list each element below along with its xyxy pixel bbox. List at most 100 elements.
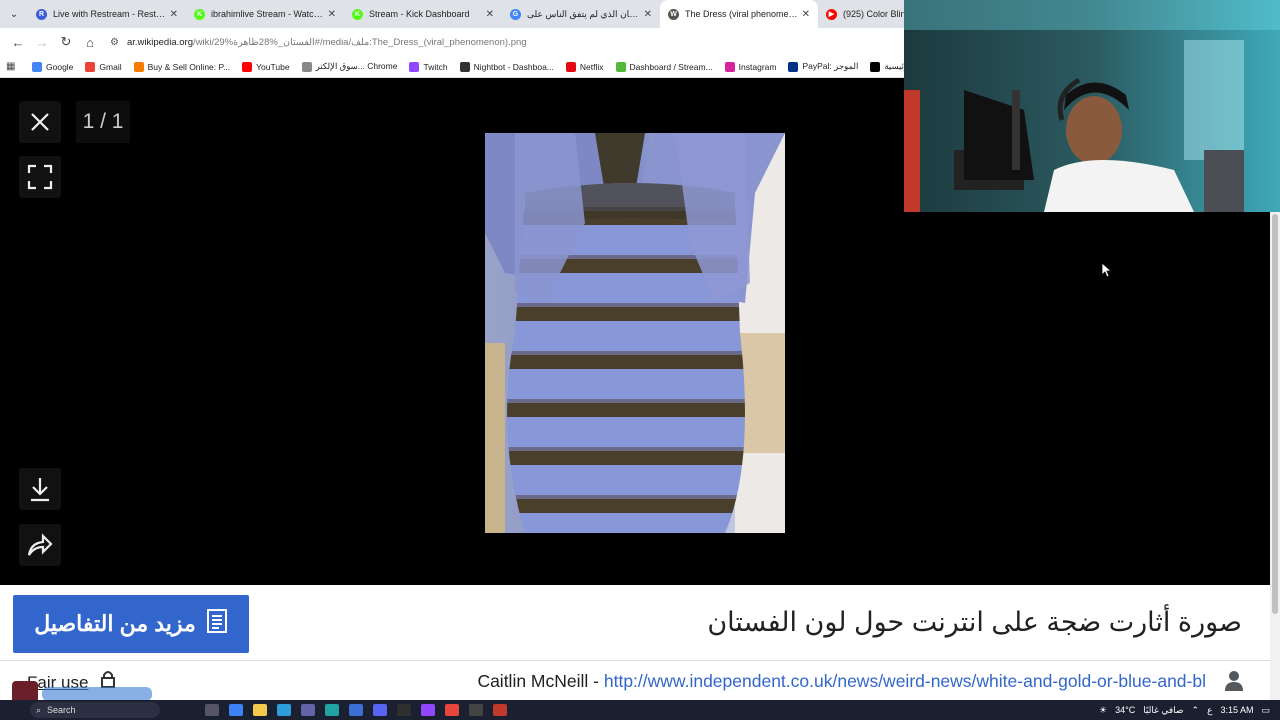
reload-icon[interactable]: ↻	[54, 34, 78, 50]
browser-tab[interactable]: Kibrahimlive Stream - Watch Live ✕	[186, 0, 344, 28]
system-tray: ☀ 34°C صافي غالبًا ⌃ ع 3:15 AM ▭	[1091, 700, 1270, 720]
bookmark-item[interactable]: Netflix	[565, 61, 604, 72]
app-red-icon[interactable]	[493, 704, 507, 716]
tab-title: الفستان الذي لم يتفق الناس على	[527, 8, 640, 19]
bookmark-item[interactable]: Dashboard / Stream...	[615, 61, 713, 72]
app-icon[interactable]	[349, 704, 363, 716]
xbox-icon[interactable]	[397, 704, 411, 716]
bookmark-label: Google	[46, 61, 74, 72]
bookmark-item[interactable]: سوق الإلكتر... Chrome	[301, 61, 398, 72]
home-icon[interactable]: ⌂	[78, 35, 102, 50]
fullscreen-icon	[27, 164, 53, 190]
share-button[interactable]	[19, 524, 61, 566]
bookmark-label: Instagram	[738, 61, 777, 72]
webcam-overlay	[904, 0, 1280, 212]
temperature: 34°C	[1115, 705, 1136, 715]
tab-title: ibrahimlive Stream - Watch Live	[211, 9, 324, 19]
more-details-label: مزيد من التفاصيل	[34, 611, 196, 636]
site-info-icon[interactable]: ⚙	[110, 37, 119, 48]
taskbar-search[interactable]: ⌕ Search	[30, 702, 160, 718]
page-scrollbar[interactable]	[1270, 212, 1280, 700]
tab-favicon-icon: G	[510, 8, 521, 20]
source-link[interactable]: http://www.independent.co.uk/news/weird-…	[604, 671, 1206, 691]
browser-tab[interactable]: K Stream - Kick Dashboard ✕	[344, 0, 502, 28]
discord-icon[interactable]	[373, 704, 387, 716]
author-line: Caitlin McNeill - http://www.independent…	[477, 671, 1206, 692]
bookmark-favicon-icon	[724, 61, 735, 72]
bookmark-item[interactable]: Google	[32, 61, 73, 72]
search-placeholder: Search	[47, 705, 76, 715]
tab-favicon-icon: W	[668, 8, 679, 20]
tab-close-icon[interactable]: ✕	[802, 9, 810, 20]
back-icon[interactable]: ←	[6, 35, 30, 50]
taskbar-apps	[200, 704, 512, 716]
fullscreen-button[interactable]	[19, 156, 61, 198]
tab-close-icon[interactable]: ✕	[328, 9, 336, 20]
bookmark-label: Buy & Sell Online: P...	[147, 61, 231, 72]
bookmark-favicon-icon	[788, 61, 799, 72]
chrome-icon[interactable]	[445, 704, 459, 716]
more-details-button[interactable]: مزيد من التفاصيل	[13, 595, 249, 653]
twitch-app-icon[interactable]	[421, 704, 435, 716]
bookmark-favicon-icon	[301, 61, 312, 72]
url-field[interactable]: ⚙ ar.wikipedia.org/wiki/29%الفستان_%28ظا…	[110, 37, 527, 48]
search-icon: ⌕	[36, 704, 42, 715]
image-counter: 1 / 1	[76, 101, 130, 143]
author-name: Caitlin McNeill	[477, 671, 589, 691]
bookmark-favicon-icon	[409, 61, 420, 72]
close-icon	[31, 113, 49, 131]
tab-close-icon[interactable]: ✕	[170, 9, 178, 20]
store-icon[interactable]	[277, 704, 291, 716]
clock[interactable]: 3:15 AM	[1220, 705, 1253, 715]
bookmark-label: Twitch	[423, 61, 448, 72]
image-caption: صورة أثارت ضجة على انترنت حول لون الفستا…	[707, 607, 1242, 637]
bookmark-label: سوق الإلكتر... Chrome	[315, 61, 398, 71]
bookmark-item[interactable]: Twitch	[409, 61, 448, 72]
browser-tab[interactable]: W The Dress (viral phenomenon) ✕	[660, 0, 818, 28]
scrollbar-thumb[interactable]	[1272, 214, 1278, 614]
task-view-icon[interactable]	[205, 704, 219, 716]
bookmark-favicon-icon	[133, 61, 144, 72]
tab-close-icon[interactable]: ✕	[644, 9, 652, 20]
weather-text: صافي غالبًا	[1143, 704, 1184, 715]
obs-icon[interactable]	[469, 704, 483, 716]
dress-image	[485, 133, 785, 533]
tab-favicon-icon: K	[194, 8, 205, 20]
edge-icon[interactable]	[325, 704, 339, 716]
bookmark-label: Dashboard / Stream...	[629, 61, 713, 72]
close-button[interactable]	[19, 101, 61, 143]
bookmark-label: Netflix	[579, 61, 604, 72]
tab-title: Live with Restream - Restream	[53, 9, 166, 19]
file-explorer-icon[interactable]	[253, 704, 267, 716]
bookmark-label: PayPal: الموجز	[802, 61, 859, 71]
url-host: ar.wikipedia.org	[126, 36, 193, 48]
teams-icon[interactable]	[301, 704, 315, 716]
bookmark-favicon-icon	[242, 61, 253, 72]
tray-chevron-icon[interactable]: ⌃	[1192, 705, 1200, 716]
notification-icon[interactable]: ▭	[1261, 705, 1270, 716]
credit-bar: Fair use Caitlin McNeill - http://www.in…	[0, 661, 1270, 701]
the-dress-photo	[485, 133, 785, 533]
bookmark-favicon-icon	[565, 61, 576, 72]
bookmark-favicon-icon	[615, 61, 626, 72]
bookmark-item[interactable]: Nightbot - Dashboa...	[459, 61, 554, 72]
bookmark-item[interactable]: Buy & Sell Online: P...	[133, 61, 231, 72]
tab-close-icon[interactable]: ✕	[486, 9, 494, 20]
bookmark-item[interactable]: Instagram	[724, 61, 777, 72]
bookmark-item[interactable]: YouTube	[242, 61, 290, 72]
language-indicator[interactable]: ع	[1207, 705, 1212, 716]
tab-search-chevron-icon[interactable]: ⌄	[0, 0, 28, 28]
download-button[interactable]	[19, 468, 61, 510]
bookmark-item[interactable]: Gmail	[85, 61, 122, 72]
share-icon	[27, 533, 53, 556]
apps-grid-icon[interactable]: ▦	[6, 61, 20, 72]
browser-tab[interactable]: G الفستان الذي لم يتفق الناس على ✕	[502, 0, 660, 28]
browser-tab[interactable]: R Live with Restream - Restream ✕	[28, 0, 186, 28]
copilot-icon[interactable]	[229, 704, 243, 716]
bookmark-favicon-icon	[459, 61, 470, 72]
bookmark-item[interactable]: PayPal: الموجز	[788, 61, 858, 72]
windows-taskbar: ⌕ Search ☀ 34°C صافي غالبًا ⌃ ع 3:15 AM …	[0, 700, 1280, 720]
bookmark-label: Nightbot - Dashboa...	[473, 61, 554, 72]
streamer-webcam-feed	[904, 0, 1280, 212]
forward-icon[interactable]: →	[30, 35, 54, 50]
